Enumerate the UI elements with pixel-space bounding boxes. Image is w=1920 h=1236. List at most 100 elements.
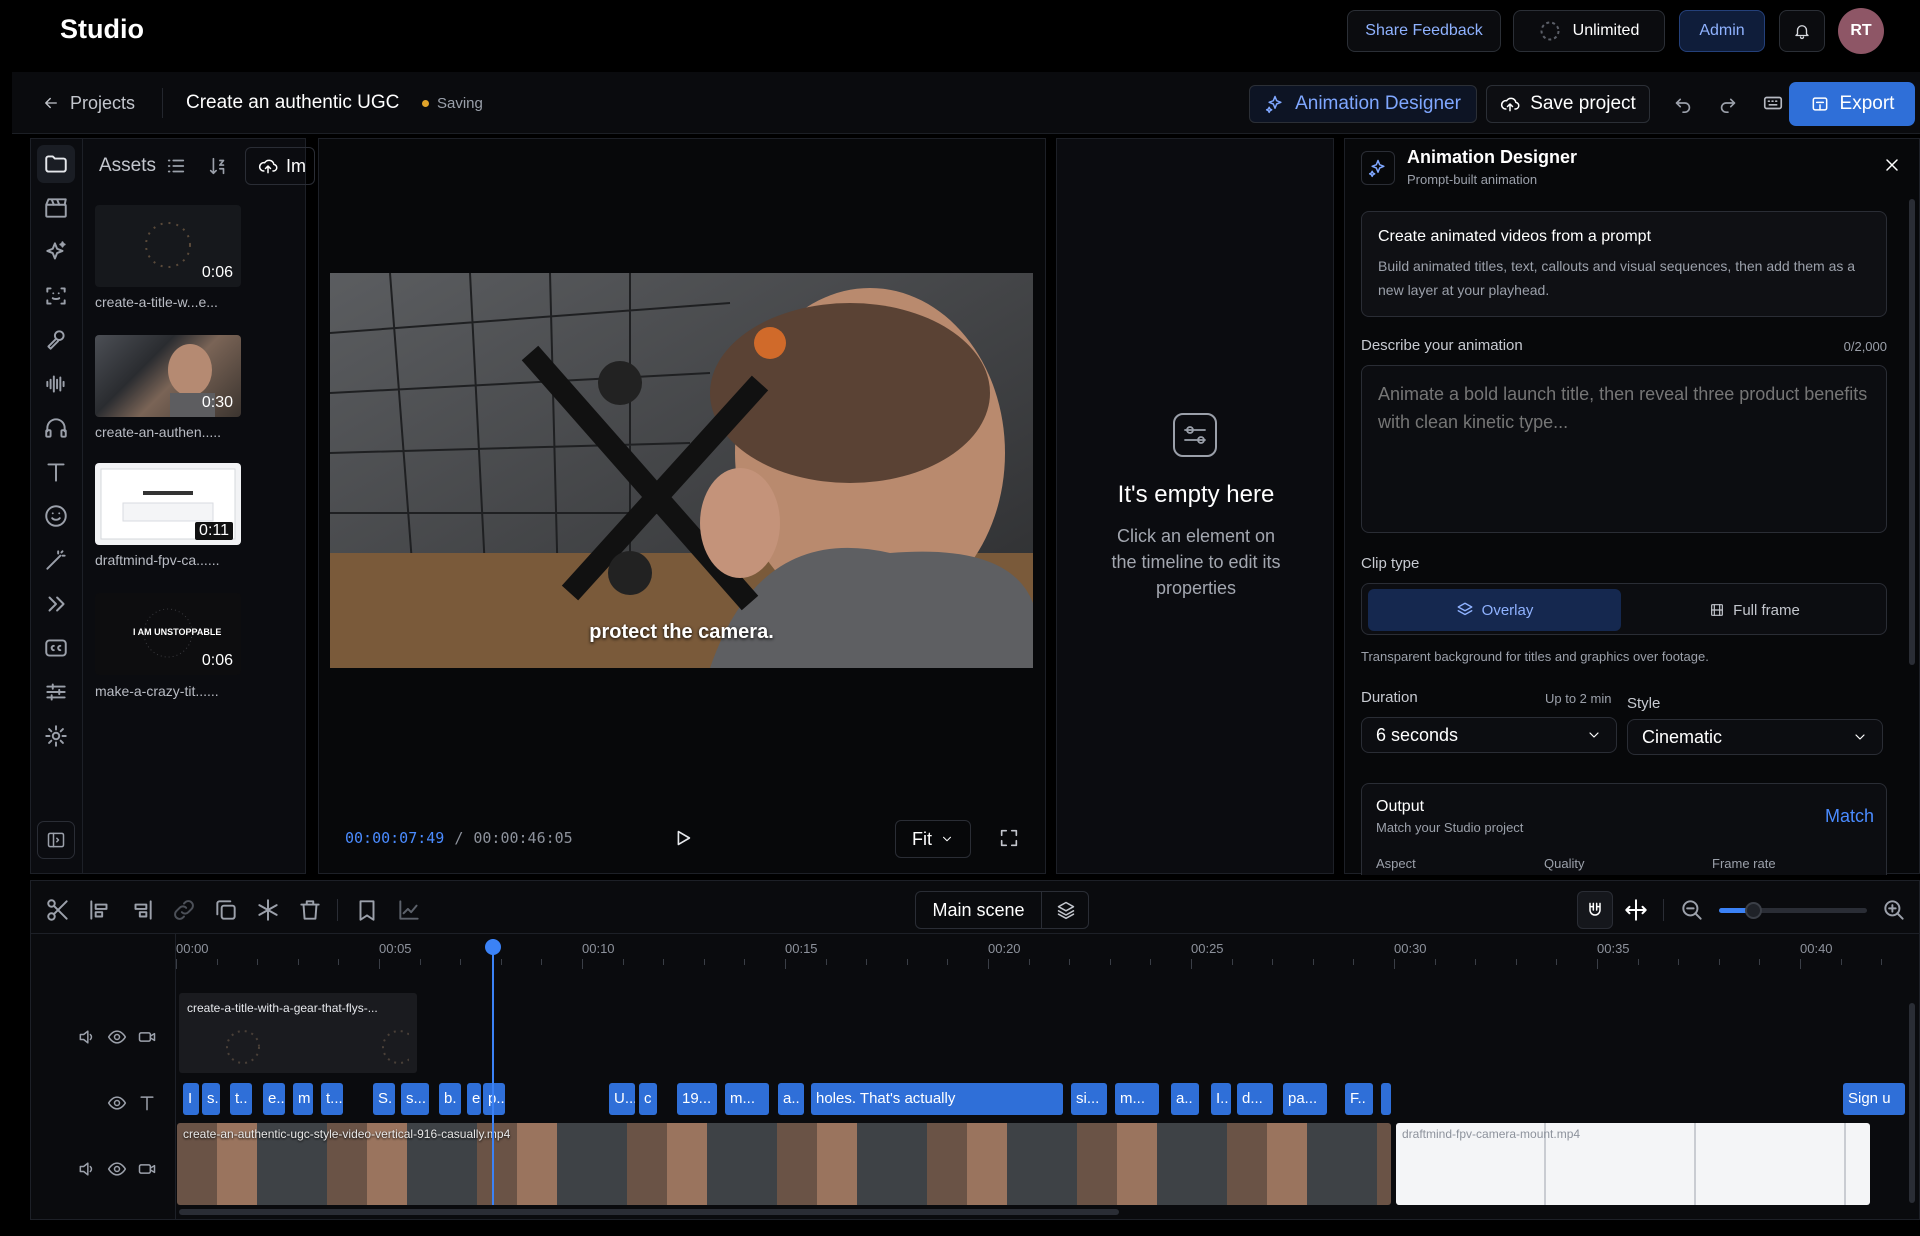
text-clip[interactable]: Sign u xyxy=(1843,1083,1905,1115)
sliders-icon[interactable] xyxy=(43,679,69,705)
horizontal-scrollbar[interactable] xyxy=(179,1209,1119,1215)
asset-thumbnail[interactable]: I AM UNSTOPPABLE 0:06 xyxy=(95,593,241,675)
text-clip[interactable]: c xyxy=(639,1083,657,1115)
plan-button[interactable]: Unlimited xyxy=(1513,10,1665,52)
sort-icon[interactable] xyxy=(207,155,229,177)
avatar[interactable]: RT xyxy=(1838,8,1884,54)
admin-button[interactable]: Admin xyxy=(1679,10,1765,52)
clapperboard-icon[interactable] xyxy=(43,195,69,221)
overlay-option[interactable]: Overlay xyxy=(1368,589,1621,631)
video-camera-icon[interactable] xyxy=(137,1027,157,1047)
text-clip[interactable]: I.. xyxy=(1211,1083,1231,1115)
back-to-projects-button[interactable]: Projects xyxy=(42,90,135,116)
save-project-button[interactable]: Save project xyxy=(1486,85,1650,123)
time-ruler[interactable]: 00:00 00:05 00:10 00:15 00:20 00:25 00:30 00:35… xyxy=(31,881,1919,981)
ruler-tick-mark xyxy=(744,959,746,965)
eye-icon[interactable] xyxy=(107,1159,127,1179)
text-clip[interactable]: F.. xyxy=(1345,1083,1373,1115)
style-select[interactable]: Cinematic xyxy=(1627,719,1883,755)
keyboard-shortcuts-button[interactable] xyxy=(1762,90,1788,116)
video-clip[interactable]: draftmind-fpv-camera-mount.mp4 xyxy=(1396,1123,1870,1205)
export-button[interactable]: Export xyxy=(1789,82,1915,126)
ruler-tick-mark xyxy=(1678,959,1680,965)
text-clip[interactable]: e.. xyxy=(263,1083,285,1115)
text-clip[interactable]: b. xyxy=(439,1083,461,1115)
speaker-icon[interactable] xyxy=(77,1027,97,1047)
collapse-panel-button[interactable] xyxy=(37,821,75,859)
assets-tab[interactable]: Assets xyxy=(99,155,156,177)
close-icon[interactable] xyxy=(1882,155,1902,175)
zoom-fit-dropdown[interactable]: Fit xyxy=(895,820,971,858)
text-clip[interactable]: t.. xyxy=(230,1083,252,1115)
list-view-icon[interactable] xyxy=(165,155,187,177)
sparkles-icon[interactable] xyxy=(43,239,69,265)
duration-select[interactable]: 6 seconds xyxy=(1361,717,1617,753)
asset-name: create-a-title-w...e... xyxy=(95,294,218,310)
text-clip[interactable]: U... xyxy=(609,1083,635,1115)
asset-thumbnail[interactable]: 0:06 xyxy=(95,205,241,287)
text-clip[interactable]: m... xyxy=(725,1083,769,1115)
prompt-textarea[interactable] xyxy=(1361,365,1887,533)
scrollbar[interactable] xyxy=(1909,199,1915,665)
playhead-handle[interactable] xyxy=(485,939,501,955)
animation-designer-button[interactable]: Animation Designer xyxy=(1249,85,1477,123)
play-icon[interactable] xyxy=(672,827,694,849)
scan-face-icon[interactable] xyxy=(43,283,69,309)
text-clip[interactable]: a.. xyxy=(1171,1083,1199,1115)
text-clip[interactable]: S. xyxy=(373,1083,395,1115)
text-clip[interactable]: pa... xyxy=(1283,1083,1327,1115)
video-camera-icon[interactable] xyxy=(137,1159,157,1179)
text-clip[interactable]: 19... xyxy=(677,1083,717,1115)
magic-wand-icon[interactable] xyxy=(43,547,69,573)
settings-icon[interactable] xyxy=(43,723,69,749)
video-clip[interactable]: create-an-authentic-ugc-style-video-vert… xyxy=(177,1123,1391,1205)
text-clip[interactable]: m... xyxy=(1115,1083,1159,1115)
eye-icon[interactable] xyxy=(107,1027,127,1047)
captions-icon[interactable] xyxy=(43,635,69,661)
text-clip[interactable]: d... xyxy=(1237,1083,1273,1115)
text-icon[interactable] xyxy=(43,459,69,485)
text-clip[interactable]: e. xyxy=(467,1083,481,1115)
asset-thumbnail[interactable]: 0:11 xyxy=(95,463,241,545)
project-title[interactable]: Create an authentic UGC xyxy=(186,92,399,114)
text-clip[interactable]: s. xyxy=(202,1083,220,1115)
text-clip[interactable]: m xyxy=(293,1083,313,1115)
video-frame[interactable]: protect the camera. xyxy=(330,273,1033,668)
transitions-icon[interactable] xyxy=(43,591,69,617)
fullscreen-icon[interactable] xyxy=(998,827,1020,849)
text-clip[interactable]: I xyxy=(183,1083,199,1115)
ruler-tick-label: 00:35 xyxy=(1597,941,1630,956)
overlay-clip[interactable]: create-a-title-with-a-gear-that-flys-... xyxy=(179,993,417,1073)
time-separator: / xyxy=(454,829,464,847)
undo-button[interactable] xyxy=(1672,90,1698,116)
redo-icon xyxy=(1720,98,1736,113)
panel-subtitle: Prompt-built animation xyxy=(1407,172,1538,187)
text-clip[interactable]: si... xyxy=(1071,1083,1107,1115)
folder-icon[interactable] xyxy=(43,151,69,177)
fit-label: Fit xyxy=(912,828,932,849)
waveform-icon[interactable] xyxy=(43,371,69,397)
clip-name: create-a-title-with-a-gear-that-flys-... xyxy=(187,1001,378,1015)
text-clip[interactable] xyxy=(1381,1083,1391,1115)
notifications-button[interactable] xyxy=(1779,10,1825,52)
redo-button[interactable] xyxy=(1717,90,1743,116)
microphone-icon[interactable] xyxy=(43,327,69,353)
match-button[interactable]: Match xyxy=(1825,806,1874,827)
headphones-icon[interactable] xyxy=(43,415,69,441)
playhead[interactable] xyxy=(485,939,501,1205)
clip-name: create-an-authentic-ugc-style-video-vert… xyxy=(183,1127,511,1141)
import-button[interactable]: Im xyxy=(245,147,315,185)
text-clip[interactable]: holes. That's actually xyxy=(811,1083,1063,1115)
text-clip[interactable]: p.. xyxy=(483,1083,505,1115)
ruler-tick-mark xyxy=(216,959,218,965)
smiley-icon[interactable] xyxy=(43,503,69,529)
text-clip[interactable]: t... xyxy=(321,1083,343,1115)
text-clip[interactable]: a.. xyxy=(778,1083,804,1115)
speaker-icon[interactable] xyxy=(77,1159,97,1179)
full-frame-option[interactable]: Full frame xyxy=(1628,589,1881,631)
vertical-scrollbar[interactable] xyxy=(1909,1003,1915,1203)
share-feedback-button[interactable]: Share Feedback xyxy=(1347,10,1501,52)
asset-thumbnail[interactable]: 0:30 xyxy=(95,335,241,417)
ruler-tick-mark xyxy=(1515,959,1517,965)
text-clip[interactable]: s... xyxy=(401,1083,429,1115)
